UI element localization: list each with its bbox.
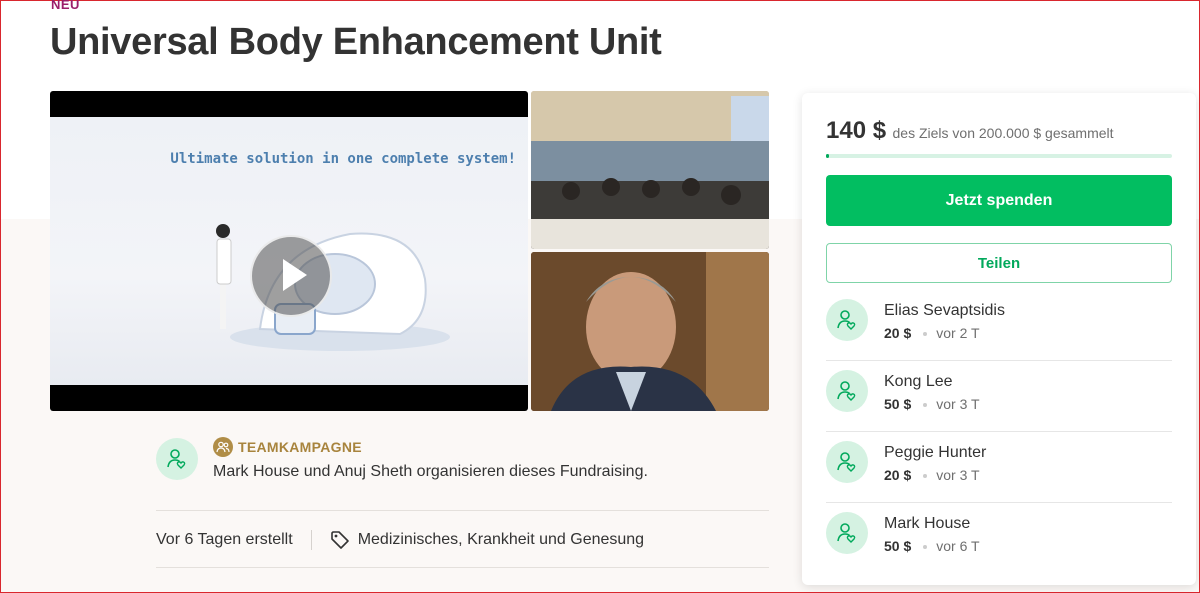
donor-time: vor 3 T [936,467,980,483]
campaign-meta: Vor 6 Tagen erstellt Medizinisches, Kran… [156,528,769,552]
portrait-photo-thumbnail[interactable] [531,252,769,411]
donor-meta: 50 $ vor 3 T [884,396,980,412]
progress-fill [826,154,830,158]
organizer-avatar [156,438,198,480]
main-video[interactable]: Ultimate solution in one complete system… [50,91,528,411]
category-label: Medizinisches, Krankheit und Genesung [357,531,645,548]
share-button[interactable]: Teilen [826,243,1172,283]
organizer-text: Mark House und Anuj Sheth organisieren d… [213,463,648,480]
conference-photo-thumbnail[interactable] [531,91,769,249]
dot-separator [923,545,928,550]
meta-separator [310,530,312,550]
donor-amount: 50 $ [884,396,912,412]
dot-separator [923,332,928,337]
team-campaign-label: TEAMKAMPAGNE [213,437,362,457]
donor-name: Peggie Hunter [884,444,987,461]
donor-heart-icon [837,523,856,543]
created-date: Vor 6 Tagen erstellt [156,531,293,548]
man-portrait-image [531,252,769,411]
dot-separator [923,403,928,408]
play-button[interactable] [250,235,332,317]
raised-amount: 140 $ [826,117,887,144]
goal-text: des Ziels von 200.000 $ gesammelt [892,125,1114,141]
category-link[interactable]: Medizinisches, Krankheit und Genesung [330,530,644,550]
dot-separator [923,474,928,479]
donor-heart-icon [837,452,856,472]
donor-item: Peggie Hunter 20 $ vor 3 T [826,432,1172,503]
donor-name: Kong Lee [884,373,953,390]
new-badge: NEU [51,0,80,12]
team-icon [213,437,233,457]
donor-time: vor 2 T [936,325,980,341]
donor-heart-icon [167,449,186,469]
donor-meta: 20 $ vor 2 T [884,325,980,341]
donor-avatar [826,370,868,412]
team-campaign-text: TEAMKAMPAGNE [238,439,362,455]
donation-panel: 140 $ des Ziels von 200.000 $ gesammelt … [802,93,1196,585]
donor-avatar [826,299,868,341]
conference-room-image [531,91,769,249]
progress-bar [826,154,1172,158]
section-divider [156,510,769,511]
donor-item: Mark House 50 $ vor 6 T [826,503,1172,574]
donor-name: Elias Sevaptsidis [884,302,1005,319]
donor-heart-icon [837,310,856,330]
amount-raised: 140 $ des Ziels von 200.000 $ gesammelt [826,117,1114,145]
donor-amount: 20 $ [884,325,912,341]
donor-amount: 50 $ [884,538,912,554]
donor-item: Elias Sevaptsidis 20 $ vor 2 T [826,290,1172,361]
video-caption: Ultimate solution in one complete system… [170,151,516,167]
donor-amount: 20 $ [884,467,912,483]
page-title: Universal Body Enhancement Unit [50,21,662,63]
donor-item: Kong Lee 50 $ vor 3 T [826,361,1172,432]
donor-meta: 20 $ vor 3 T [884,467,980,483]
tag-icon [330,531,349,549]
donor-heart-icon [837,381,856,401]
donor-avatar [826,441,868,483]
donor-name: Mark House [884,515,971,532]
donor-avatar [826,512,868,554]
section-divider-bottom [156,567,769,568]
donor-meta: 50 $ vor 6 T [884,538,980,554]
video-frame: Ultimate solution in one complete system… [50,117,528,385]
donor-time: vor 3 T [936,396,980,412]
donate-button[interactable]: Jetzt spenden [826,175,1172,226]
donor-time: vor 6 T [936,538,980,554]
